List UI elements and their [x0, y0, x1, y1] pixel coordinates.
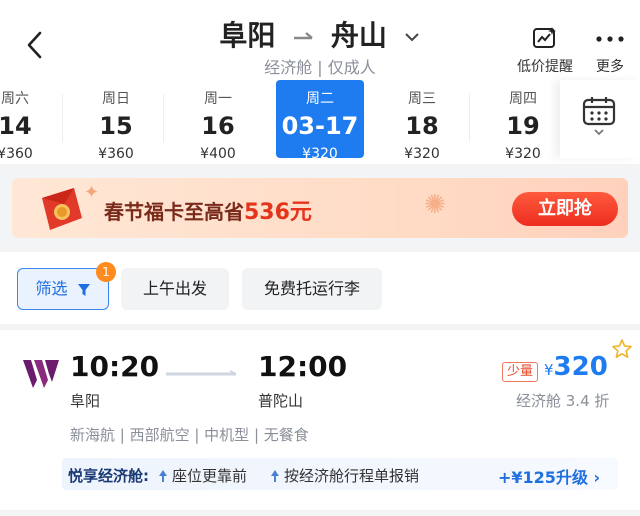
date-weekday: 周六 [1, 91, 29, 107]
top-header: 阜阳 舟山 经济舱 | 仅成人 低价提醒 更多 [0, 0, 640, 80]
date-item[interactable]: 周六 14 ¥360 [0, 80, 63, 162]
price-alert-label: 低价提醒 [517, 59, 573, 75]
date-item[interactable]: 周一 16 ¥400 [170, 80, 266, 162]
date-divider [62, 94, 63, 142]
date-day: 19 [506, 112, 540, 140]
departure-time: 10:20 [70, 350, 160, 383]
date-price: ¥360 [0, 146, 33, 162]
perk-reimburse-label: 按经济舱行程单报销 [284, 467, 420, 485]
perk-seat: 座位更靠前 [158, 465, 247, 486]
airline-logo-icon [23, 360, 59, 388]
flight-duration-line [166, 370, 237, 376]
date-price: ¥320 [505, 146, 541, 162]
more-button[interactable]: 更多 [590, 26, 630, 76]
calendar-button[interactable] [560, 80, 640, 158]
date-day: 03-17 [281, 112, 359, 140]
date-day: 16 [201, 112, 235, 140]
chevron-down-icon [404, 33, 419, 42]
more-dots-icon [596, 36, 624, 42]
price-alert-icon [533, 27, 556, 48]
flight-card[interactable]: 10:20 12:00 阜阳 普陀山 新海航 | 西部航空 | 中机型 | 无餐… [0, 330, 640, 510]
flight-price: ¥320 [544, 352, 608, 382]
arrival-airport: 普陀山 [258, 392, 304, 410]
date-day: 15 [99, 112, 133, 140]
bottom-divider [0, 510, 640, 516]
date-day: 14 [0, 112, 32, 140]
date-price: ¥360 [98, 146, 134, 162]
calendar-icon [582, 97, 616, 136]
star-icon[interactable] [611, 338, 633, 360]
promo-banner[interactable]: ✦ ✺ 春节福卡至高省536元 立即抢 [12, 178, 628, 238]
upgrade-button[interactable]: +¥125升级 › [498, 464, 600, 488]
date-selector: 周六 14 ¥360 周日 15 ¥360 周一 16 ¥400 周二 03-1… [0, 80, 640, 164]
date-price: ¥400 [200, 146, 236, 162]
filter-label: 筛选 [35, 279, 68, 298]
date-divider [469, 94, 470, 142]
flight-info: 新海航 | 西部航空 | 中机型 | 无餐食 [70, 426, 309, 444]
date-day: 18 [405, 112, 439, 140]
date-divider [163, 94, 164, 142]
more-label: 更多 [596, 59, 624, 75]
date-weekday: 周二 [306, 91, 334, 107]
filter-chip-free-luggage[interactable]: 免费托运行李 [242, 268, 382, 310]
filter-chip-morning[interactable]: 上午出发 [121, 268, 229, 310]
perk-seat-label: 座位更靠前 [172, 467, 248, 485]
destination-city: 舟山 [330, 19, 387, 52]
date-weekday: 周三 [408, 91, 436, 107]
date-price: ¥320 [302, 146, 338, 162]
grab-now-button[interactable]: 立即抢 [512, 192, 618, 226]
date-weekday: 周四 [509, 91, 537, 107]
arrival-time: 12:00 [258, 350, 348, 383]
filter-bar: 筛选 1 上午出发 免费托运行李 [0, 252, 640, 324]
date-item-selected[interactable]: 周二 03-17 ¥320 [276, 80, 364, 162]
promo-text: 春节福卡至高省536元 [104, 194, 312, 226]
date-weekday: 周一 [204, 91, 232, 107]
filter-funnel-icon [77, 283, 90, 296]
price-alert-button[interactable]: 低价提醒 [510, 26, 580, 76]
date-item[interactable]: 周三 18 ¥320 [374, 80, 470, 162]
red-envelope-icon [42, 188, 82, 230]
perk-arrow-icon [271, 470, 279, 482]
filter-count-badge: 1 [96, 262, 116, 282]
filter-button[interactable]: 筛选 [17, 268, 109, 310]
date-item[interactable]: 周四 19 ¥320 [475, 80, 571, 162]
departure-airport: 阜阳 [70, 392, 101, 410]
origin-city: 阜阳 [219, 19, 276, 52]
upgrade-perks-bar[interactable]: 悦享经济舱: 座位更靠前 按经济舱行程单报销 +¥125升级 › [62, 458, 618, 490]
date-weekday: 周日 [102, 91, 130, 107]
price-value: 320 [553, 352, 608, 382]
price-currency: ¥ [544, 361, 554, 379]
promo-text-prefix: 春节福卡至高省 [104, 200, 244, 224]
date-item[interactable]: 周日 15 ¥360 [68, 80, 164, 162]
promo-amount: 536元 [244, 200, 312, 225]
low-stock-badge: 少量 [502, 362, 539, 382]
firework-decoration: ✺ [424, 190, 446, 220]
cabin-discount: 经济舱 3.4 折 [516, 392, 610, 410]
perk-reimburse: 按经济舱行程单报销 [270, 465, 419, 486]
route-arrow-icon [294, 32, 313, 40]
sparkle-decoration: ✦ [84, 182, 100, 203]
date-price: ¥320 [404, 146, 440, 162]
perks-title: 悦享经济舱: [68, 467, 149, 485]
perk-arrow-icon [159, 470, 167, 482]
